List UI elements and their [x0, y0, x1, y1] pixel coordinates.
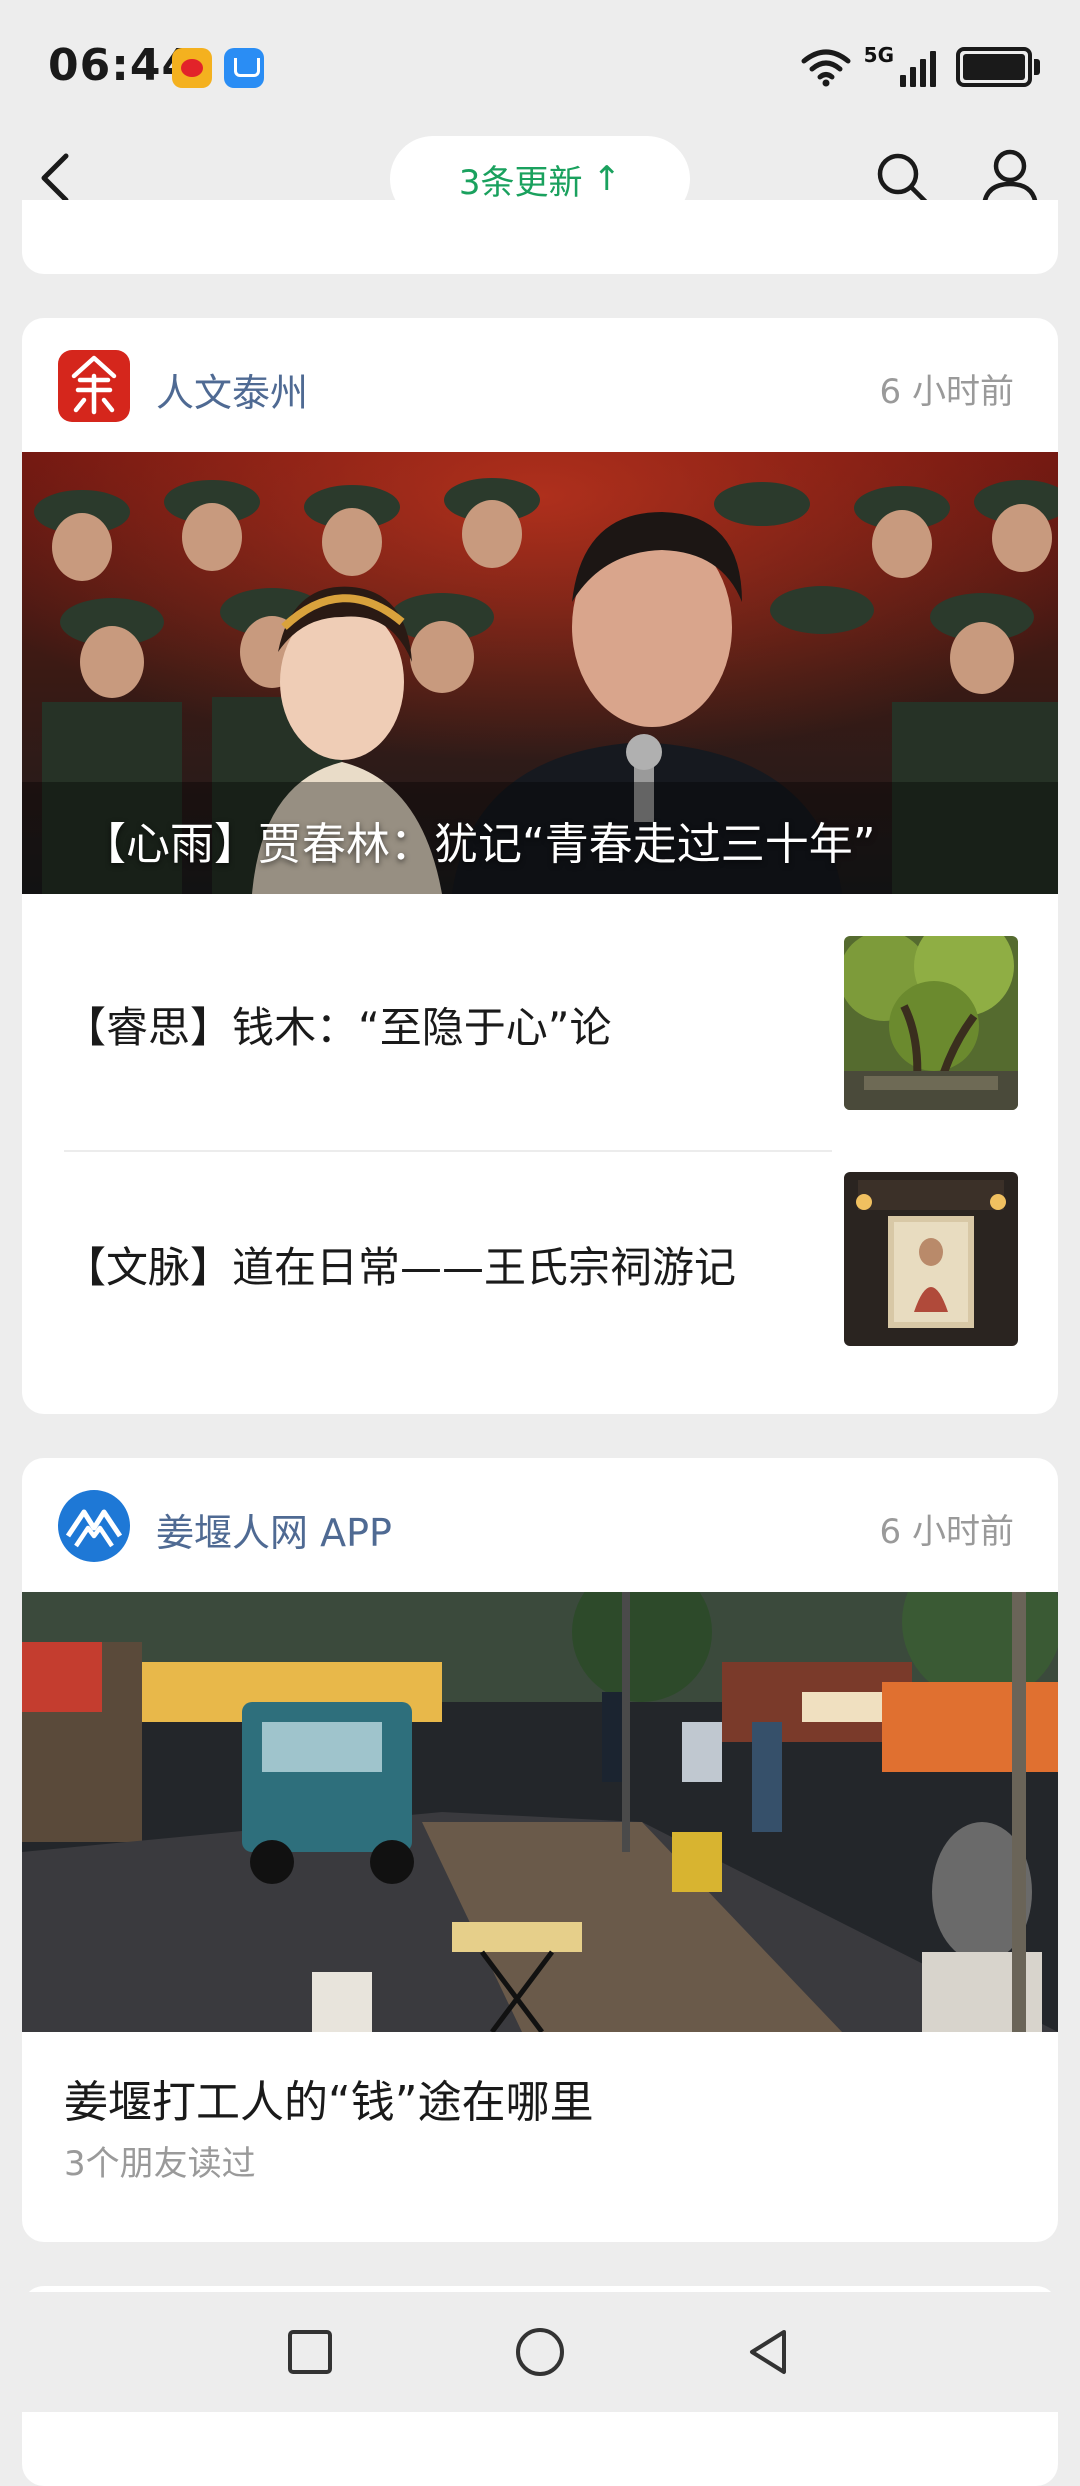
back-triangle-icon[interactable] [738, 2320, 802, 2384]
article-title: 【文脉】道在日常——王氏宗祠游记 [64, 1243, 737, 1292]
list-item[interactable]: 【文脉】道在日常——王氏宗祠游记 [22, 1166, 1058, 1366]
arrow-up-icon: ↑ [592, 159, 622, 199]
hero-title: 【心雨】贾春林：犹记“青春走过三十年” [82, 819, 876, 870]
updates-label: 3条更新 [458, 162, 583, 203]
publish-time: 6 小时前 [879, 372, 1014, 412]
home-icon[interactable] [508, 2320, 572, 2384]
feed-card[interactable]: 人文泰州 6 小时前 【心雨】贾春林：犹记“青春走过三十年” 【睿思】钱木：“至… [22, 318, 1058, 1414]
jiangyan-renwang-logo-icon [58, 1490, 130, 1562]
feed-card[interactable]: 姜堰人网 APP 6 小时前 姜堰打工人的“钱”途在哪里 3个朋友读过 [22, 1458, 1058, 2242]
renwen-taizhou-logo-icon [58, 350, 130, 422]
hero-article[interactable]: 【心雨】贾春林：犹记“青春走过三十年” [22, 452, 1058, 894]
card-header: 姜堰人网 APP 6 小时前 [22, 1458, 1058, 1592]
publish-time: 6 小时前 [879, 1512, 1014, 1552]
article-headline: 姜堰打工人的“钱”途在哪里 [64, 2077, 594, 2128]
honor-store-icon [224, 48, 264, 88]
signal-icon [900, 47, 936, 87]
wifi-icon [801, 49, 851, 87]
divider [64, 1150, 832, 1152]
article-thumbnail [844, 936, 1018, 1110]
network-type: 5G [863, 43, 894, 67]
friends-read-count: 3个朋友读过 [64, 2144, 256, 2184]
list-item[interactable]: 【睿思】钱木：“至隐于心”论 [22, 924, 1058, 1124]
weibo-icon [172, 48, 212, 88]
source-name[interactable]: 人文泰州 [156, 362, 308, 417]
article-thumbnail [844, 1172, 1018, 1346]
card-header: 人文泰州 6 小时前 [22, 318, 1058, 452]
search-icon[interactable] [872, 148, 932, 208]
back-chevron-icon[interactable] [30, 148, 90, 208]
battery-icon [956, 47, 1040, 87]
recent-apps-icon[interactable] [278, 2320, 342, 2384]
article-image[interactable] [22, 1592, 1058, 2032]
system-nav-bar [0, 2292, 1080, 2412]
status-bar: 06:44 5G [0, 0, 1080, 130]
feed-card-previous[interactable] [22, 200, 1058, 274]
source-name[interactable]: 姜堰人网 APP [156, 1502, 392, 1557]
article-title: 【睿思】钱木：“至隐于心”论 [64, 1003, 612, 1052]
status-indicators: 5G [800, 43, 1040, 90]
